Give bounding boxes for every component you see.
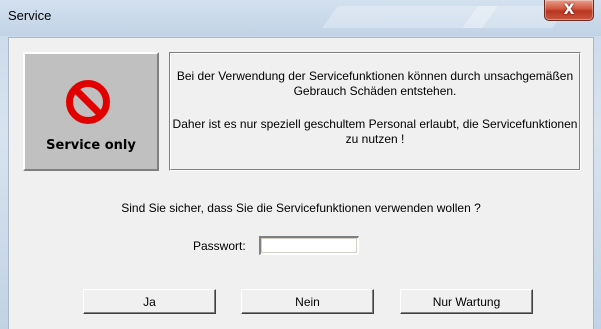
close-icon: X: [563, 2, 575, 18]
maintenance-only-button[interactable]: Nur Wartung: [400, 289, 533, 314]
yes-button[interactable]: Ja: [83, 289, 216, 314]
service-only-banner: Service only: [23, 52, 159, 171]
title-bar[interactable]: Service X: [0, 0, 601, 36]
warning-text-damage: Bei der Verwendung der Servicefunktionen…: [176, 69, 574, 98]
dialog-body: Service only Bei der Verwendung der Serv…: [8, 37, 594, 329]
service-only-label: Service only: [46, 138, 136, 153]
window-title: Service: [8, 8, 52, 23]
no-button[interactable]: Nein: [241, 289, 374, 314]
warning-message-box: Bei der Verwendung der Servicefunktionen…: [169, 52, 581, 171]
no-entry-icon: [66, 80, 110, 124]
confirmation-question: Sind Sie sicher, dass Sie die Servicefun…: [121, 201, 481, 215]
dialog-window: Service X Service only Bei der Verwendun…: [0, 0, 601, 329]
password-input[interactable]: [259, 236, 359, 255]
close-button[interactable]: X: [544, 0, 594, 21]
password-label: Passwort:: [193, 239, 246, 253]
warning-text-personnel: Daher ist es nur speziell geschultem Per…: [172, 117, 578, 146]
